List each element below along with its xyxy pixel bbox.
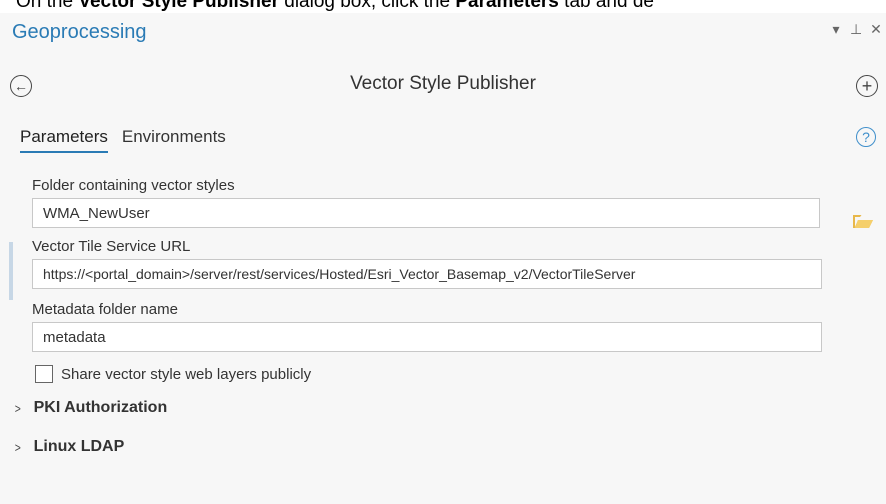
param-metadata: Metadata folder name metadata — [32, 301, 822, 352]
plus-icon: + — [861, 76, 873, 96]
param-folder-label: Folder containing vector styles — [32, 177, 235, 194]
tab-parameters[interactable]: Parameters — [20, 127, 108, 153]
metadata-input[interactable]: metadata — [32, 322, 822, 352]
browse-folder-button[interactable] — [852, 214, 874, 230]
close-icon[interactable]: ✕ — [870, 21, 882, 38]
tool-header: ← Vector Style Publisher + — [0, 71, 886, 107]
active-parameter-marker — [9, 242, 13, 300]
share-publicly-checkbox[interactable] — [35, 365, 53, 383]
caption-bold-tab: Parameters — [455, 0, 559, 12]
pane-header: Geoprocessing ▾ ⊥ ✕ — [0, 13, 886, 53]
pin-icon[interactable]: ⊥ — [850, 21, 862, 38]
instruction-caption: On the Vector Style Publisher dialog box… — [0, 0, 886, 13]
share-publicly-label: Share vector style web layers publicly — [61, 365, 312, 383]
help-button[interactable]: ? — [856, 127, 876, 147]
help-icon: ? — [862, 129, 870, 145]
caption-middle: dialog box, click the — [284, 0, 451, 12]
url-input[interactable]: https://<portal_domain>/server/rest/serv… — [32, 259, 822, 289]
param-url: Vector Tile Service URL https://<portal_… — [32, 238, 822, 289]
section-pki-label: PKI Authorization — [33, 399, 168, 416]
chevron-right-icon: > — [14, 400, 21, 416]
section-pki-authorization[interactable]: > PKI Authorization — [14, 399, 167, 417]
chevron-right-icon: > — [14, 439, 21, 455]
open-folder-icon — [853, 215, 873, 228]
folder-input[interactable]: WMA_NewUser — [32, 198, 820, 228]
tab-environments[interactable]: Environments — [122, 127, 226, 153]
pane-title: Geoprocessing — [12, 21, 147, 43]
param-metadata-label: Metadata folder name — [32, 301, 178, 318]
share-publicly-option[interactable]: Share vector style web layers publicly — [35, 365, 311, 383]
pane-options-dropdown-icon[interactable]: ▾ — [830, 21, 842, 38]
caption-bold-tool: Vector Style Publisher — [78, 0, 279, 12]
param-folder: Folder containing vector styles WMA_NewU… — [32, 177, 820, 228]
section-ldap-label: Linux LDAP — [33, 438, 125, 455]
tool-title: Vector Style Publisher — [350, 73, 536, 94]
add-button[interactable]: + — [856, 75, 878, 97]
param-url-label: Vector Tile Service URL — [32, 238, 191, 255]
caption-prefix: On the — [16, 0, 74, 12]
geoprocessing-pane: Geoprocessing ▾ ⊥ ✕ ← Vector Style Publi… — [0, 13, 886, 504]
tab-bar: Parameters Environments — [20, 127, 226, 153]
section-linux-ldap[interactable]: > Linux LDAP — [14, 438, 125, 456]
pane-controls: ▾ ⊥ ✕ — [830, 21, 882, 38]
caption-suffix: tab and de — [564, 0, 654, 12]
